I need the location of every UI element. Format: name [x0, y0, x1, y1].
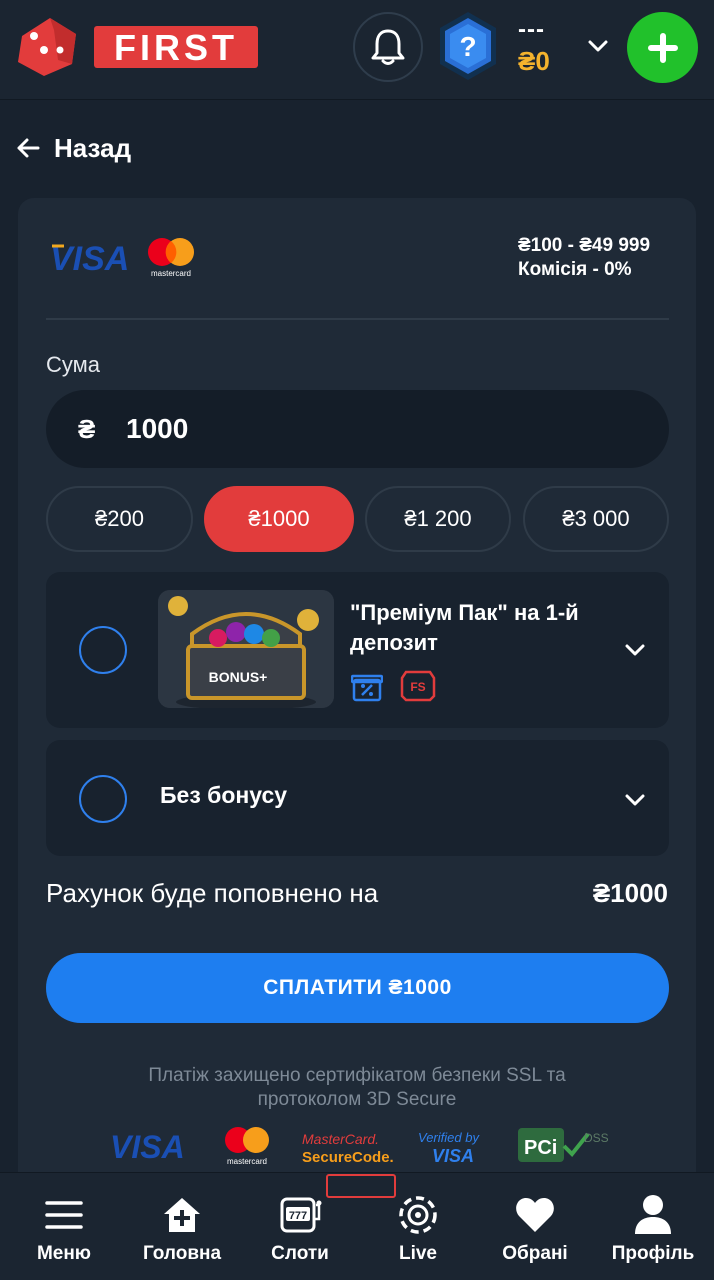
- bonus-chest-image: BONUS+: [158, 590, 334, 708]
- slot-machine-icon: 777: [280, 1197, 322, 1233]
- svg-text:Verified by: Verified by: [418, 1130, 480, 1145]
- visa-logo: VISA: [50, 240, 129, 274]
- bell-icon: [371, 29, 405, 65]
- summary-label: Рахунок буде поповнено на: [46, 878, 379, 908]
- svg-text:DSS: DSS: [584, 1131, 609, 1145]
- bonus-title-premium: "Преміум Пак" на 1-й депозит: [350, 600, 579, 655]
- nav-active-marker: [326, 1174, 396, 1198]
- nav-menu[interactable]: Меню: [24, 1173, 104, 1280]
- svg-text:MasterCard.: MasterCard.: [302, 1131, 379, 1147]
- svg-text:PCi: PCi: [524, 1137, 557, 1159]
- nav-profile[interactable]: Профіль: [604, 1173, 702, 1280]
- svg-text:777: 777: [289, 1210, 307, 1222]
- balance-account-name: ---: [518, 16, 545, 43]
- deposit-limits: ₴100 - ₴49 999 Комісія - 0%: [518, 234, 668, 282]
- divider: [46, 318, 669, 320]
- nav-label: Головна: [142, 1243, 222, 1264]
- nav-label: Слоти: [271, 1243, 329, 1264]
- security-note: Платіж захищено сертифікатом безпеки SSL…: [148, 1065, 566, 1110]
- summary-value: ₴1000: [592, 878, 668, 908]
- back-button[interactable]: Назад: [16, 128, 131, 168]
- svg-text:?: ?: [459, 31, 476, 62]
- site-logo[interactable]: FIRST: [14, 14, 264, 80]
- plus-icon: [647, 32, 678, 63]
- chevron-down-icon[interactable]: [623, 788, 647, 812]
- visa-logo: VISA: [110, 1129, 185, 1165]
- logo-text: FIRST: [114, 27, 238, 68]
- home-icon: [164, 1198, 200, 1232]
- profile-icon: [635, 1195, 671, 1234]
- mastercard-logo: mastercard: [148, 238, 194, 278]
- level-badge[interactable]: ?: [436, 10, 500, 82]
- limits-range: ₴100 - ₴49 999: [518, 235, 651, 256]
- percent-gift-icon: [351, 674, 383, 702]
- menu-icon: [45, 1201, 83, 1229]
- balance-amount: ₴0: [518, 46, 550, 76]
- live-chip-icon: [399, 1196, 437, 1234]
- amount-label: Сума: [46, 352, 101, 377]
- preset-amount-1200[interactable]: ₴1 200: [365, 486, 511, 552]
- svg-text:BONUS+: BONUS+: [209, 669, 268, 685]
- svg-text:mastercard: mastercard: [151, 269, 191, 278]
- svg-text:VISA: VISA: [110, 1129, 185, 1165]
- back-label: Назад: [54, 132, 132, 163]
- svg-text:VISA: VISA: [432, 1146, 474, 1166]
- amount-input[interactable]: [126, 413, 426, 445]
- pci-dss-logo: PCi DSS: [518, 1128, 609, 1162]
- bonus-radio-none[interactable]: [79, 775, 127, 823]
- nav-label: Меню: [36, 1243, 92, 1264]
- nav-label: Live: [398, 1243, 438, 1264]
- mastercard-securecode-logo: MasterCard. SecureCode.: [302, 1131, 394, 1166]
- svg-text:mastercard: mastercard: [227, 1157, 267, 1166]
- top-header: FIRST ? --- ₴0: [0, 0, 714, 100]
- nav-label: Профіль: [611, 1243, 695, 1264]
- amount-field[interactable]: ₴: [46, 390, 669, 468]
- currency-symbol: ₴: [78, 413, 96, 444]
- commission-text: Комісія - 0%: [518, 259, 632, 280]
- bonus-option-none[interactable]: [46, 740, 669, 856]
- preset-amount-1000[interactable]: ₴1000: [204, 486, 354, 552]
- verified-by-visa-logo: Verified by VISA: [418, 1130, 480, 1166]
- nav-home[interactable]: Головна: [136, 1173, 228, 1280]
- payment-security-logos: VISA mastercard MasterCard. SecureCode. …: [110, 1127, 609, 1166]
- arrow-left-icon: [17, 138, 40, 158]
- svg-text:FS: FS: [410, 680, 425, 694]
- heart-icon: [516, 1198, 554, 1232]
- preset-amount-200[interactable]: ₴200: [46, 486, 193, 552]
- free-spins-icon: FS: [400, 670, 436, 702]
- nav-label: Обрані: [502, 1243, 568, 1264]
- pay-button[interactable]: СПЛАТИТИ ₴1000: [46, 953, 669, 1023]
- nav-favorites[interactable]: Обрані: [490, 1173, 580, 1280]
- mastercard-logo: mastercard: [225, 1127, 269, 1166]
- deposit-add-button[interactable]: [627, 12, 698, 83]
- bonus-radio-premium[interactable]: [79, 626, 127, 674]
- bonus-title-none: Без бонусу: [160, 782, 288, 808]
- svg-text:SecureCode.: SecureCode.: [302, 1149, 394, 1166]
- question-shield-icon: ?: [440, 12, 496, 80]
- chevron-down-icon[interactable]: [586, 34, 610, 58]
- notifications-button[interactable]: [353, 12, 423, 82]
- preset-amount-3000[interactable]: ₴3 000: [523, 486, 669, 552]
- chevron-down-icon[interactable]: [623, 638, 647, 662]
